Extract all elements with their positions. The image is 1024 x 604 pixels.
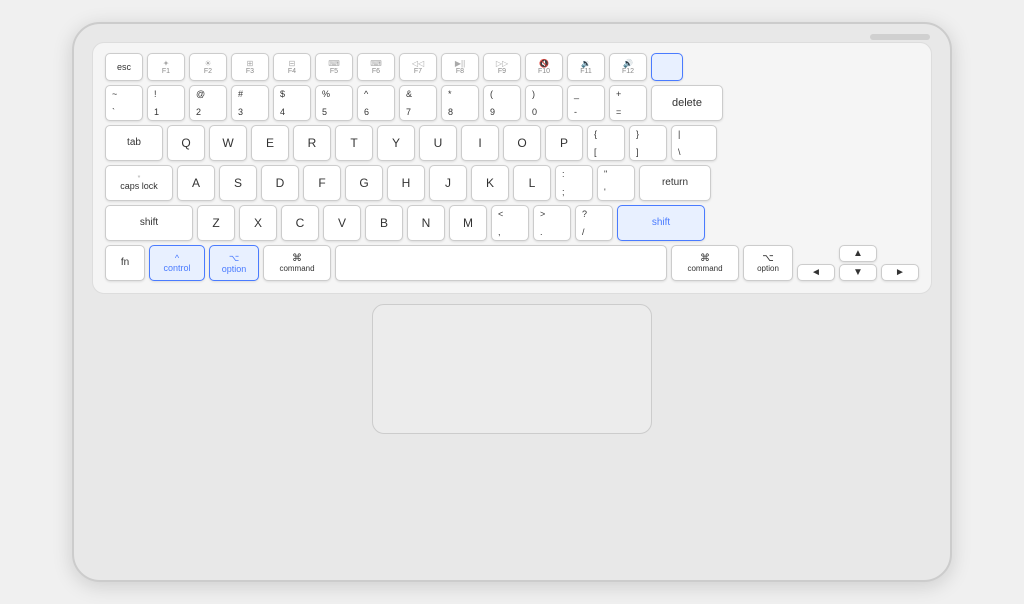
key-bracket-left[interactable]: { [ [587,125,625,161]
key-fn[interactable]: fn [105,245,145,281]
key-f2[interactable]: ☀ F2 [189,53,227,81]
key-x[interactable]: X [239,205,277,241]
home-key-row: * caps lock A S D F G H J K L : ; " ' re… [105,165,919,201]
key-f9[interactable]: ▷▷ F9 [483,53,521,81]
key-quote[interactable]: " ' [597,165,635,201]
key-arrow-down[interactable]: ▼ [839,264,877,281]
key-h[interactable]: H [387,165,425,201]
key-8[interactable]: * 8 [441,85,479,121]
key-return[interactable]: return [639,165,711,201]
key-command-left[interactable]: ⌘ command [263,245,331,281]
key-tab[interactable]: tab [105,125,163,161]
key-c[interactable]: C [281,205,319,241]
key-shift-left[interactable]: shift [105,205,193,241]
number-key-row: ~ ` ! 1 @ 2 # 3 $ 4 % 5 [105,85,919,121]
key-f1[interactable]: ✦ F1 [147,53,185,81]
key-e[interactable]: E [251,125,289,161]
key-control[interactable]: ^ control [149,245,205,281]
key-f6[interactable]: ⌨ F6 [357,53,395,81]
key-j[interactable]: J [429,165,467,201]
key-arrow-right[interactable]: ► [881,264,919,281]
key-m[interactable]: M [449,205,487,241]
key-f10[interactable]: 🔇 F10 [525,53,563,81]
key-u[interactable]: U [419,125,457,161]
key-f8[interactable]: ▶|| F8 [441,53,479,81]
key-v[interactable]: V [323,205,361,241]
key-backslash[interactable]: | \ [671,125,717,161]
key-f4[interactable]: ⊟ F4 [273,53,311,81]
key-semicolon[interactable]: : ; [555,165,593,201]
key-b[interactable]: B [365,205,403,241]
key-option-right[interactable]: ⌥ option [743,245,793,281]
key-n[interactable]: N [407,205,445,241]
key-arrow-up[interactable]: ▲ [839,245,877,262]
key-3[interactable]: # 3 [231,85,269,121]
key-slash[interactable]: ? / [575,205,613,241]
key-z[interactable]: Z [197,205,235,241]
key-f3[interactable]: ⊞ F3 [231,53,269,81]
key-f12[interactable]: 🔊 F12 [609,53,647,81]
key-f11[interactable]: 🔉 F11 [567,53,605,81]
key-shift-right[interactable]: shift [617,205,705,241]
key-t[interactable]: T [335,125,373,161]
key-1[interactable]: ! 1 [147,85,185,121]
key-q[interactable]: Q [167,125,205,161]
key-equals[interactable]: + = [609,85,647,121]
key-g[interactable]: G [345,165,383,201]
key-f7[interactable]: ◁◁ F7 [399,53,437,81]
arrow-top-row: ▲ [797,245,919,262]
key-0[interactable]: ) 0 [525,85,563,121]
key-y[interactable]: Y [377,125,415,161]
key-bracket-right[interactable]: } ] [629,125,667,161]
key-arrow-left[interactable]: ◄ [797,264,835,281]
key-i[interactable]: I [461,125,499,161]
key-command-right[interactable]: ⌘ command [671,245,739,281]
key-backtick[interactable]: ~ ` [105,85,143,121]
key-minus[interactable]: _ - [567,85,605,121]
keyboard: esc ✦ F1 ☀ F2 ⊞ F3 ⊟ F4 ⌨ F5 [92,42,932,294]
key-delete[interactable]: delete [651,85,723,121]
key-caps-lock[interactable]: * caps lock [105,165,173,201]
key-comma[interactable]: < , [491,205,529,241]
key-r[interactable]: R [293,125,331,161]
arrow-bottom-row: ◄ ▼ ► [797,264,919,281]
key-f5[interactable]: ⌨ F5 [315,53,353,81]
fn-key-row: esc ✦ F1 ☀ F2 ⊞ F3 ⊟ F4 ⌨ F5 [105,53,919,81]
key-7[interactable]: & 7 [399,85,437,121]
trackpad[interactable] [372,304,652,434]
key-w[interactable]: W [209,125,247,161]
key-d[interactable]: D [261,165,299,201]
key-space[interactable] [335,245,667,281]
key-2[interactable]: @ 2 [189,85,227,121]
key-9[interactable]: ( 9 [483,85,521,121]
key-l[interactable]: L [513,165,551,201]
key-period[interactable]: > . [533,205,571,241]
key-5[interactable]: % 5 [315,85,353,121]
key-6[interactable]: ^ 6 [357,85,395,121]
key-a[interactable]: A [177,165,215,201]
key-4[interactable]: $ 4 [273,85,311,121]
arrow-cluster: ▲ ◄ ▼ ► [797,245,919,281]
key-s[interactable]: S [219,165,257,201]
key-o[interactable]: O [503,125,541,161]
key-k[interactable]: K [471,165,509,201]
key-esc[interactable]: esc [105,53,143,81]
key-p[interactable]: P [545,125,583,161]
qwerty-key-row: tab Q W E R T Y U I O P { [ } ] | \ [105,125,919,161]
laptop-body: esc ✦ F1 ☀ F2 ⊞ F3 ⊟ F4 ⌨ F5 [72,22,952,582]
shift-key-row: shift Z X C V B N M < , > . ? / shift [105,205,919,241]
bottom-key-row: fn ^ control ⌥ option ⌘ command ⌘ comman… [105,245,919,281]
key-power[interactable] [651,53,683,81]
key-f[interactable]: F [303,165,341,201]
key-option-left[interactable]: ⌥ option [209,245,259,281]
